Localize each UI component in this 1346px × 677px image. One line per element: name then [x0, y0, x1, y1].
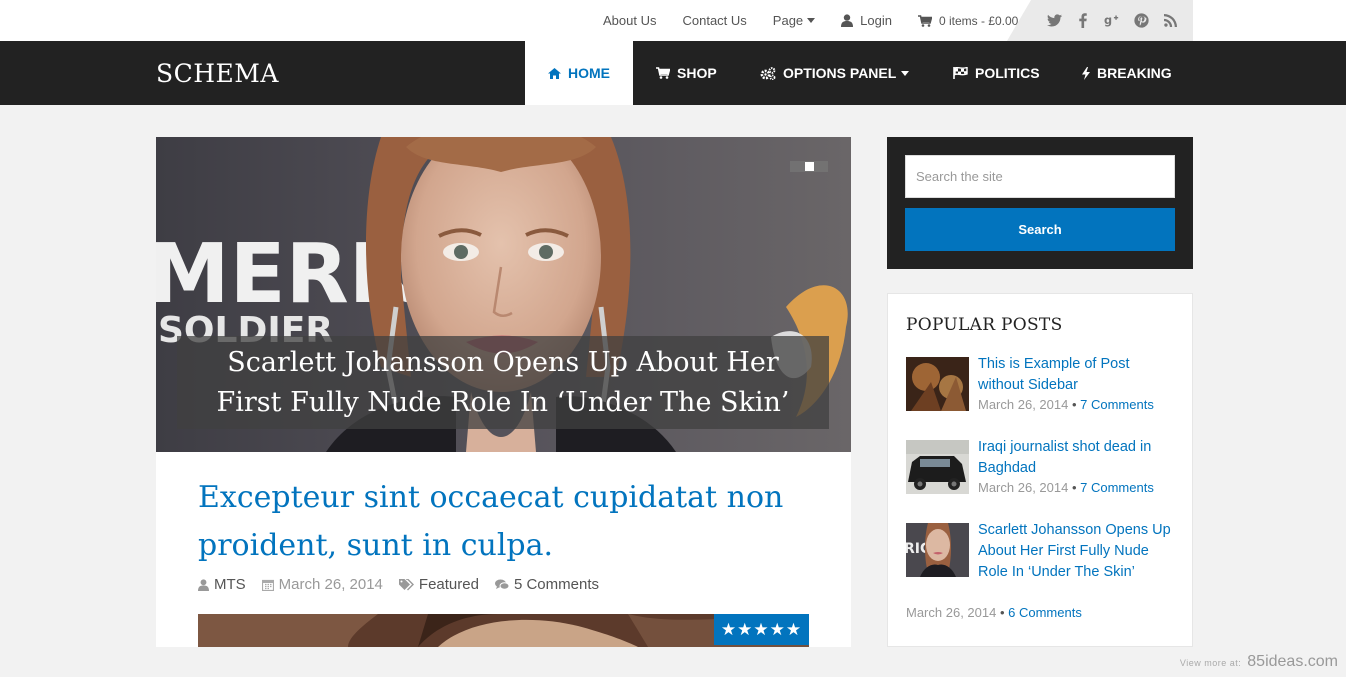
- popular-posts-widget: POPULAR POSTS This is Example of Post wi…: [887, 293, 1193, 647]
- search-input[interactable]: [905, 155, 1175, 198]
- top-link-about[interactable]: About Us: [603, 13, 656, 28]
- post-title[interactable]: Excepteur sint occaecat cupidatat non pr…: [198, 474, 798, 570]
- top-link-contact[interactable]: Contact Us: [682, 13, 746, 28]
- popular-post-title[interactable]: Iraqi journalist shot dead in Baghdad: [978, 437, 1176, 479]
- google-plus-icon[interactable]: g: [1102, 13, 1122, 28]
- site-logo[interactable]: SCHEMA: [156, 59, 279, 88]
- pinterest-icon[interactable]: [1131, 13, 1151, 28]
- facebook-icon[interactable]: [1073, 13, 1093, 28]
- cart-icon: [656, 67, 670, 79]
- popular-post-thumbnail[interactable]: RIC: [906, 523, 969, 577]
- svg-text:g: g: [1104, 13, 1112, 27]
- bolt-icon: [1082, 66, 1090, 80]
- popular-post-item: Iraqi journalist shot dead in Baghdad Ma…: [906, 437, 1176, 495]
- popular-posts-title: POPULAR POSTS: [906, 315, 1063, 335]
- caret-down-icon: [901, 70, 910, 76]
- top-link-login[interactable]: Login: [841, 13, 892, 28]
- featured-slider[interactable]: MERIC SOLDIER Scarlett Johansson Opens U…: [156, 137, 851, 452]
- twitter-icon[interactable]: [1044, 14, 1064, 27]
- post-thumbnail[interactable]: ★★★★★: [198, 614, 809, 647]
- main-nav: SCHEMA HOME SHOP OPTIONS PANEL POLITICS …: [0, 41, 1346, 105]
- user-icon: [198, 578, 209, 591]
- popular-post-item: This is Example of Post without Sidebar …: [906, 354, 1176, 412]
- post-comments[interactable]: 5 Comments: [494, 576, 599, 593]
- popular-post-title[interactable]: Scarlett Johansson Opens Up About Her Fi…: [978, 520, 1176, 583]
- comments-icon: [494, 579, 509, 591]
- popular-post-meta: March 26, 2014 • 7 Comments: [978, 480, 1154, 495]
- popular-post-thumbnail[interactable]: [906, 357, 969, 411]
- tags-icon: [398, 578, 414, 591]
- slider-caption[interactable]: Scarlett Johansson Opens Up About Her Fi…: [177, 336, 829, 429]
- top-link-cart[interactable]: 0 items - £0.00: [917, 14, 1018, 28]
- slider-pagination[interactable]: [790, 161, 828, 172]
- flag-icon: [953, 67, 968, 79]
- social-links: g: [1007, 0, 1193, 41]
- post-author[interactable]: MTS: [198, 576, 246, 593]
- nav-item-home[interactable]: HOME: [525, 41, 633, 105]
- search-button[interactable]: Search: [905, 208, 1175, 251]
- nav-item-politics[interactable]: POLITICS: [953, 41, 1040, 105]
- top-bar: About Us Contact Us Page Login 0 items -…: [0, 0, 1346, 41]
- popular-post-meta: March 26, 2014 • 6 Comments: [906, 605, 1082, 620]
- search-widget: Search: [887, 137, 1193, 269]
- post-card: Excepteur sint occaecat cupidatat non pr…: [156, 452, 851, 647]
- user-icon: [841, 14, 854, 27]
- star-rating-icons: ★★★★★: [720, 619, 803, 639]
- top-link-page[interactable]: Page: [773, 13, 816, 28]
- rss-icon[interactable]: [1160, 14, 1180, 27]
- popular-post-item: RIC Scarlett Johansson Opens Up About He…: [906, 520, 1176, 620]
- popular-post-meta: March 26, 2014 • 7 Comments: [978, 397, 1154, 412]
- popular-post-title[interactable]: This is Example of Post without Sidebar: [978, 354, 1176, 396]
- nav-item-shop[interactable]: SHOP: [656, 41, 717, 105]
- popular-post-comments[interactable]: 7 Comments: [1080, 480, 1154, 495]
- post-meta: MTS March 26, 2014 Featured 5 Comments: [198, 576, 615, 593]
- popular-post-comments[interactable]: 6 Comments: [1008, 605, 1082, 620]
- top-links: About Us Contact Us Page Login 0 items -…: [603, 0, 1018, 41]
- slider-dot-active[interactable]: [804, 162, 814, 171]
- post-date: March 26, 2014: [261, 576, 383, 593]
- nav-item-options-panel[interactable]: OPTIONS PANEL: [760, 41, 910, 105]
- home-icon: [548, 67, 561, 79]
- watermark: View more at: 85ideas.com: [1179, 653, 1338, 670]
- popular-post-comments[interactable]: 7 Comments: [1080, 397, 1154, 412]
- caret-down-icon: [807, 18, 816, 23]
- post-rating: ★★★★★: [714, 614, 809, 645]
- nav-item-breaking[interactable]: BREAKING: [1082, 41, 1172, 105]
- cart-icon: [917, 14, 932, 27]
- calendar-icon: [261, 579, 274, 591]
- cogs-icon: [760, 66, 776, 80]
- post-category[interactable]: Featured: [398, 576, 479, 593]
- popular-post-thumbnail[interactable]: [906, 440, 969, 494]
